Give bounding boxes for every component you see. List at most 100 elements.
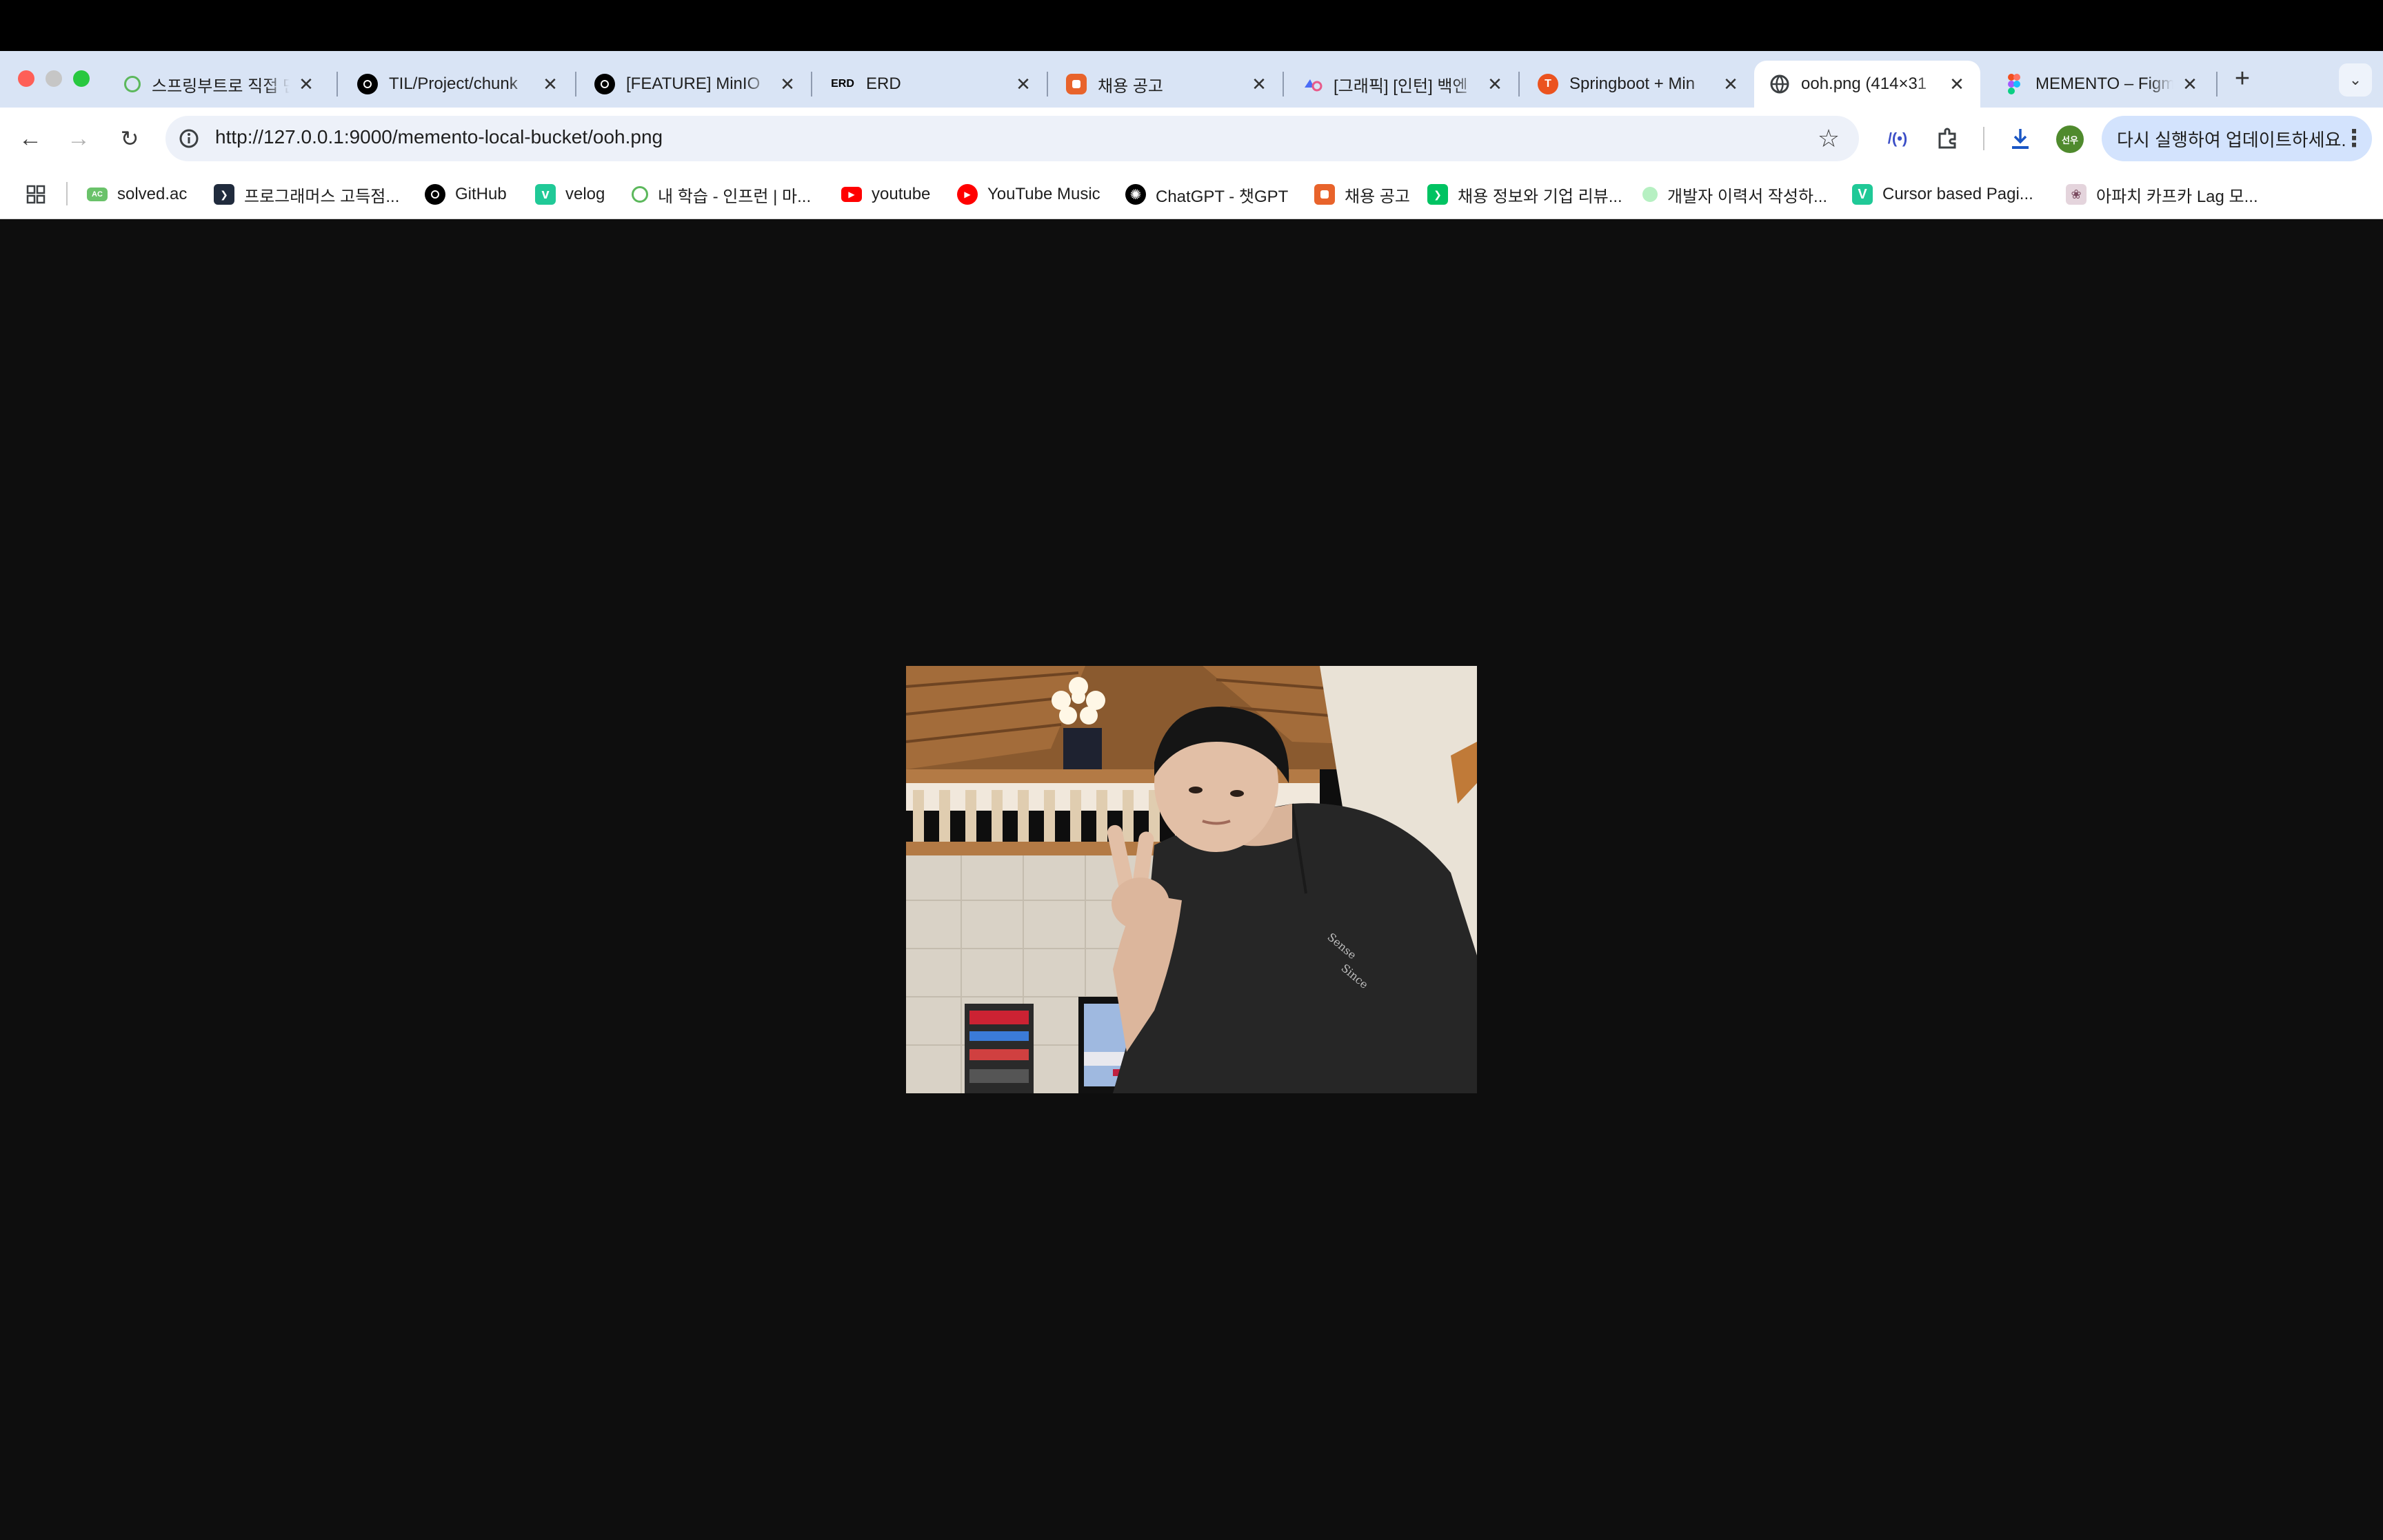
- bookmark-label: 아파치 카프카 Lag 모...: [2096, 187, 2258, 206]
- tab-title: ERD: [866, 74, 901, 93]
- bookmark-resume[interactable]: 개발자 이력서 작성하...: [1642, 181, 1827, 208]
- chatgpt-icon: ✺: [1125, 184, 1146, 205]
- close-icon[interactable]: ✕: [1014, 74, 1033, 94]
- close-icon[interactable]: ✕: [1485, 74, 1505, 94]
- tab-github-feature[interactable]: [FEATURE] MinIO ✕: [579, 61, 811, 108]
- velog-icon: v: [535, 184, 556, 205]
- youtube-icon: ▶: [841, 187, 862, 202]
- tab-separator: [1518, 72, 1520, 97]
- inflearn-icon: [124, 76, 141, 92]
- job-icon: [1314, 184, 1335, 205]
- window-zoom-button[interactable]: [73, 70, 90, 87]
- velog-icon: V: [1852, 184, 1873, 205]
- photo-person-peace-sign-icon: Sense Since: [906, 666, 1477, 1093]
- tistory-icon: T: [1538, 74, 1558, 94]
- download-icon[interactable]: [2005, 123, 2035, 154]
- close-icon[interactable]: ✕: [296, 74, 316, 94]
- tab-inflearn[interactable]: 스프링부트로 직접 만 ✕: [109, 61, 330, 108]
- bookmark-label: ChatGPT - 챗GPT: [1156, 187, 1289, 206]
- close-icon[interactable]: ✕: [2180, 74, 2200, 94]
- url-text[interactable]: http://127.0.0.1:9000/memento-local-buck…: [215, 126, 663, 148]
- forward-arrow-icon[interactable]: →: [63, 123, 94, 154]
- bookmark-label: GitHub: [455, 185, 507, 203]
- bookmark-label: 내 학습 - 인프런 | 마...: [658, 187, 812, 206]
- bookmark-github[interactable]: GitHub: [425, 181, 507, 208]
- erd-icon: ERD: [831, 78, 854, 90]
- window-minimize-button[interactable]: [46, 70, 62, 87]
- close-icon[interactable]: ✕: [1947, 74, 1967, 94]
- update-label: 다시 실행하여 업데이트하세요.: [2117, 129, 2346, 150]
- solvedac-icon: AC: [87, 188, 108, 201]
- github-icon: [357, 74, 378, 94]
- tab-title: Springboot + Min: [1569, 74, 1696, 93]
- bookmark-job-posting[interactable]: 채용 공고: [1314, 181, 1410, 208]
- tab-separator: [575, 72, 576, 97]
- bookmark-label: 프로그래머스 고득점...: [244, 187, 400, 206]
- github-icon: [594, 74, 615, 94]
- tab-github-til[interactable]: TIL/Project/chunk ✕: [342, 61, 574, 108]
- graphic-icon: [1302, 74, 1323, 94]
- close-icon[interactable]: ✕: [541, 74, 560, 94]
- close-icon[interactable]: ✕: [778, 74, 797, 94]
- apps-grid-icon[interactable]: [21, 179, 51, 210]
- back-arrow-icon[interactable]: ←: [15, 123, 46, 154]
- tab-separator: [811, 72, 812, 97]
- bookmark-youtube[interactable]: ▶ youtube: [841, 181, 930, 208]
- bookmark-label: 개발자 이력서 작성하...: [1667, 187, 1828, 206]
- bookmark-inflearn[interactable]: 내 학습 - 인프런 | 마...: [632, 181, 811, 208]
- bookmark-kafka-lag[interactable]: ❀ 아파치 카프카 Lag 모...: [2066, 181, 2258, 208]
- bookmark-label: velog: [565, 185, 605, 203]
- bookmark-label: 채용 정보와 기업 리뷰...: [1458, 187, 1622, 206]
- bookmark-label: 채용 공고: [1345, 187, 1410, 206]
- tab-separator: [1047, 72, 1048, 97]
- bookmark-label: solved.ac: [117, 185, 188, 203]
- tab-title: 스프링부트로 직접 만: [152, 77, 290, 96]
- menu-kebab-icon[interactable]: ⋮: [2339, 123, 2369, 154]
- bookmark-programmers[interactable]: ❯ 프로그래머스 고득점...: [214, 181, 399, 208]
- bookmark-solvedac[interactable]: AC solved.ac: [87, 181, 187, 208]
- bookmark-label: youtube: [872, 185, 931, 203]
- bookmark-label: YouTube Music: [987, 185, 1100, 203]
- tab-title: [FEATURE] MinIO: [626, 74, 761, 93]
- resume-icon: [1642, 187, 1658, 202]
- bookmark-velog[interactable]: v velog: [535, 181, 605, 208]
- bookmark-label: Cursor based Pagi...: [1882, 185, 2033, 203]
- tab-figma-memento[interactable]: MEMENTO – Figma ✕: [1989, 61, 2213, 108]
- new-tab-plus-icon[interactable]: +: [2227, 63, 2258, 94]
- window-top-bar: [0, 0, 2383, 51]
- close-icon[interactable]: ✕: [1721, 74, 1740, 94]
- tab-title: MEMENTO – Figma: [2035, 74, 2173, 93]
- close-icon[interactable]: ✕: [1249, 74, 1269, 94]
- tab-separator: [336, 72, 338, 97]
- tab-separator: [2216, 72, 2218, 97]
- tab-erd[interactable]: ERD ERD ✕: [815, 61, 1047, 108]
- globe-icon: [1769, 74, 1790, 94]
- extension-translate-icon[interactable]: /(•): [1882, 123, 1913, 154]
- bookmark-youtube-music[interactable]: ▶ YouTube Music: [957, 181, 1100, 208]
- extensions-puzzle-icon[interactable]: [1932, 123, 1962, 154]
- inflearn-icon: [632, 186, 648, 203]
- tab-title: ooh.png (414×31: [1801, 74, 1927, 93]
- bookmark-star-icon[interactable]: ☆: [1813, 123, 1844, 154]
- programmers-icon: ❯: [214, 184, 234, 205]
- bookmark-jobplanet[interactable]: ❯ 채용 정보와 기업 리뷰...: [1427, 181, 1622, 208]
- profile-avatar[interactable]: 선우: [2056, 125, 2084, 153]
- bookmark-cursor-pagination[interactable]: V Cursor based Pagi...: [1852, 181, 2033, 208]
- reload-icon[interactable]: ↻: [114, 123, 145, 154]
- figma-icon: [2004, 74, 2024, 94]
- displayed-image[interactable]: Sense Since: [906, 666, 1477, 1093]
- site-info-icon[interactable]: [174, 123, 204, 154]
- kafka-icon: ❀: [2066, 184, 2087, 205]
- tab-title: 채용 공고: [1098, 77, 1163, 96]
- youtube-music-icon: ▶: [957, 184, 978, 205]
- update-button[interactable]: 다시 실행하여 업데이트하세요.: [2102, 116, 2372, 161]
- window-close-button[interactable]: [18, 70, 34, 87]
- bookmark-chatgpt[interactable]: ✺ ChatGPT - 챗GPT: [1125, 181, 1288, 208]
- tab-job-posting[interactable]: 채용 공고 ✕: [1051, 61, 1283, 108]
- tab-search-chevron-down-icon[interactable]: ⌄: [2339, 63, 2372, 97]
- tab-graphic-intern[interactable]: [그래픽] [인턴] 백엔 ✕: [1287, 61, 1518, 108]
- tab-ooh-png[interactable]: ooh.png (414×31 ✕: [1754, 61, 1980, 108]
- github-icon: [425, 184, 445, 205]
- tab-tistory-springboot[interactable]: T Springboot + Min ✕: [1522, 61, 1754, 108]
- bookmarks-divider: [66, 182, 68, 205]
